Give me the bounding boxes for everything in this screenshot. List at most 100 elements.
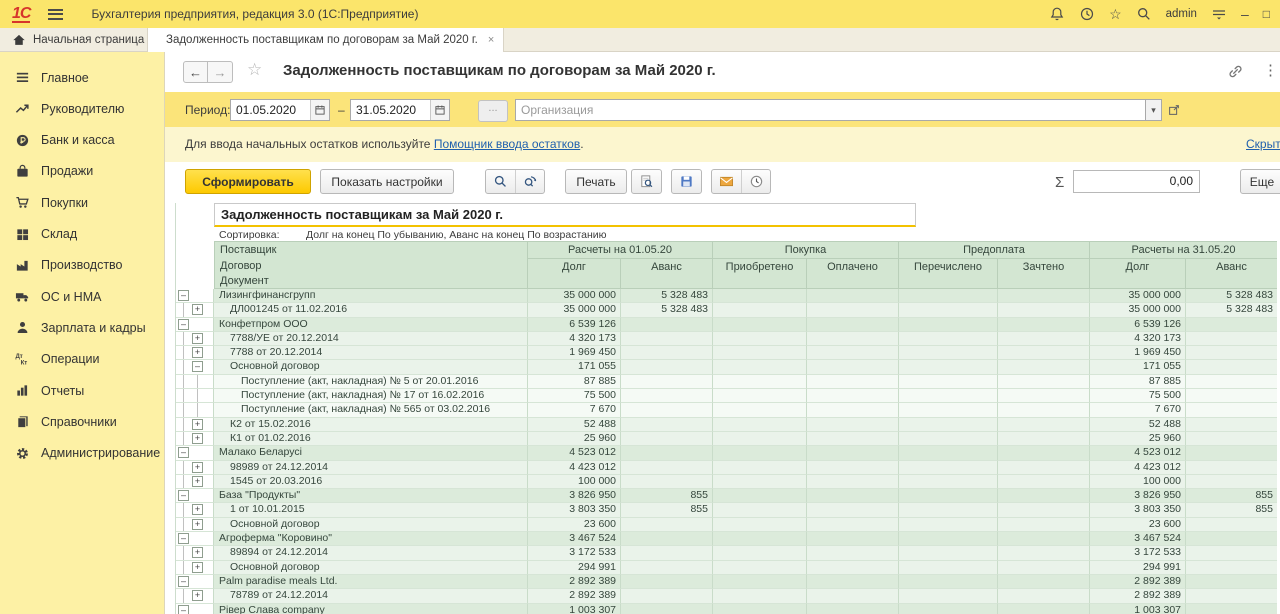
expander-icon[interactable]: –	[192, 361, 203, 372]
print-button[interactable]: Печать	[565, 169, 627, 194]
print-preview-icon[interactable]	[632, 170, 661, 193]
table-row[interactable]: +К2 от 15.02.201652 48852 488	[176, 418, 1277, 432]
period-options-button[interactable]: ...	[478, 100, 508, 122]
table-row[interactable]: +7788/УЕ от 20.12.20144 320 1734 320 173	[176, 332, 1277, 346]
main-menu-icon[interactable]	[48, 9, 63, 20]
table-row[interactable]: +78789 от 24.12.20142 892 3892 892 389	[176, 589, 1277, 603]
expander-icon[interactable]: –	[178, 290, 189, 301]
table-row[interactable]: +98989 от 24.12.20144 423 0124 423 012	[176, 461, 1277, 475]
sidebar-item-production[interactable]: Производство	[0, 250, 165, 281]
history-icon[interactable]	[1079, 6, 1095, 22]
column-header[interactable]: Оплачено	[807, 259, 899, 289]
table-row[interactable]: Поступление (акт, накладная) № 17 от 16.…	[176, 389, 1277, 403]
sidebar-item-sales[interactable]: Продажи	[0, 156, 165, 187]
more-button[interactable]: Еще	[1240, 169, 1280, 194]
expander-icon[interactable]: –	[178, 576, 189, 587]
sidebar-item-trend[interactable]: Руководителю	[0, 93, 165, 124]
sidebar-item-warehouse[interactable]: Склад	[0, 219, 165, 250]
column-header[interactable]: Зачтено	[998, 259, 1090, 289]
organization-dropdown-icon[interactable]: ▾	[1146, 99, 1162, 121]
expander-icon[interactable]: +	[192, 419, 203, 430]
save-icon[interactable]	[672, 170, 701, 193]
table-row[interactable]: –Конфетпром ООО6 539 1266 539 126	[176, 318, 1277, 332]
more-menu-icon[interactable]: ⋮	[1263, 61, 1278, 79]
maximize-icon[interactable]: □	[1263, 8, 1270, 20]
expander-icon[interactable]: +	[192, 519, 203, 530]
table-row[interactable]: –Рівер Слава company1 003 3071 003 307	[176, 604, 1277, 614]
table-row[interactable]: +1 от 10.01.20153 803 3508553 803 350855	[176, 503, 1277, 517]
forward-button[interactable]: →	[208, 61, 233, 83]
table-row[interactable]: +Основной договор294 991294 991	[176, 561, 1277, 575]
get-link-icon[interactable]	[1227, 63, 1244, 85]
expander-icon[interactable]: –	[178, 447, 189, 458]
expander-icon[interactable]: –	[178, 605, 189, 614]
table-row[interactable]: +7788 от 20.12.20141 969 4501 969 450	[176, 346, 1277, 360]
generate-button[interactable]: Сформировать	[185, 169, 311, 194]
expander-icon[interactable]: +	[192, 333, 203, 344]
organization-open-icon[interactable]	[1165, 101, 1183, 119]
tab-report[interactable]: Задолженность поставщикам по договорам з…	[148, 28, 504, 52]
expander-icon[interactable]: +	[192, 433, 203, 444]
table-row[interactable]: Поступление (акт, накладная) № 565 от 03…	[176, 403, 1277, 417]
column-header[interactable]: Аванс	[1186, 259, 1277, 289]
sum-field[interactable]: 0,00	[1073, 170, 1200, 193]
current-user[interactable]: admin	[1166, 8, 1197, 20]
expander-icon[interactable]: +	[192, 462, 203, 473]
expander-icon[interactable]: +	[192, 347, 203, 358]
expander-icon[interactable]: –	[178, 490, 189, 501]
bell-icon[interactable]	[1049, 6, 1065, 22]
sidebar-item-operations[interactable]: ДтКтОперации	[0, 344, 165, 375]
organization-field[interactable]: Организация	[515, 99, 1146, 121]
favorite-star-icon[interactable]: ☆	[247, 60, 262, 80]
table-row[interactable]: Поступление (акт, накладная) № 5 от 20.0…	[176, 375, 1277, 389]
table-row[interactable]: +Основной договор23 60023 600	[176, 518, 1277, 532]
table-row[interactable]: –Агроферма "Коровино"3 467 5243 467 524	[176, 532, 1277, 546]
expander-icon[interactable]: +	[192, 304, 203, 315]
sidebar-item-menu[interactable]: Главное	[0, 62, 165, 93]
sidebar-item-purchases[interactable]: Покупки	[0, 187, 165, 218]
hide-link[interactable]: Скрыть	[1246, 137, 1280, 151]
calendar-icon[interactable]	[430, 100, 449, 120]
expander-icon[interactable]: –	[178, 533, 189, 544]
sidebar-item-admin[interactable]: Администрирование	[0, 438, 165, 469]
expander-icon[interactable]: +	[192, 476, 203, 487]
search-icon[interactable]	[1136, 6, 1152, 22]
email-icon[interactable]	[712, 170, 741, 193]
date-to-field[interactable]: 31.05.2020	[350, 99, 450, 121]
calendar-icon[interactable]	[310, 100, 329, 120]
table-row[interactable]: +ДЛ001245 от 11.02.201635 000 0005 328 4…	[176, 303, 1277, 317]
schedule-icon[interactable]	[741, 170, 770, 193]
sidebar-item-bank[interactable]: Банк и касса	[0, 125, 165, 156]
expander-icon[interactable]: –	[178, 319, 189, 330]
find-icon[interactable]	[486, 170, 515, 193]
tab-home-page[interactable]: Начальная страница	[0, 28, 148, 52]
favorites-star-icon[interactable]: ☆	[1109, 7, 1122, 21]
table-row[interactable]: +1545 от 20.03.2016100 000100 000	[176, 475, 1277, 489]
assistant-link[interactable]: Помощник ввода остатков	[434, 137, 580, 151]
table-row[interactable]: +89894 от 24.12.20143 172 5333 172 533	[176, 546, 1277, 560]
table-row[interactable]: –Малако Беларусi4 523 0124 523 012	[176, 446, 1277, 460]
column-header[interactable]: Приобретено	[713, 259, 807, 289]
tab-close-icon[interactable]: ×	[488, 34, 494, 46]
column-header[interactable]: Долг	[528, 259, 621, 289]
expander-icon[interactable]: +	[192, 562, 203, 573]
table-row[interactable]: –Palm paradise meals Ltd.2 892 3892 892 …	[176, 575, 1277, 589]
expander-icon[interactable]: +	[192, 547, 203, 558]
table-row[interactable]: +К1 от 01.02.201625 96025 960	[176, 432, 1277, 446]
column-header[interactable]: Аванс	[621, 259, 713, 289]
back-button[interactable]: ←	[183, 61, 208, 83]
table-row[interactable]: –База "Продукты"3 826 9508553 826 950855	[176, 489, 1277, 503]
refresh-search-icon[interactable]	[515, 170, 544, 193]
sidebar-item-salary[interactable]: Зарплата и кадры	[0, 312, 165, 343]
column-header[interactable]: Перечислено	[899, 259, 998, 289]
user-menu-icon[interactable]	[1211, 6, 1227, 22]
date-from-field[interactable]: 01.05.2020	[230, 99, 330, 121]
column-header[interactable]: Долг	[1090, 259, 1186, 289]
sidebar-item-directories[interactable]: Справочники	[0, 406, 165, 437]
table-row[interactable]: –Основной договор171 055171 055	[176, 360, 1277, 374]
minimize-icon[interactable]: –	[1241, 7, 1249, 21]
show-settings-button[interactable]: Показать настройки	[320, 169, 454, 194]
sidebar-item-reports[interactable]: Отчеты	[0, 375, 165, 406]
table-row[interactable]: –Лизингфинансгрупп35 000 0005 328 48335 …	[176, 289, 1277, 303]
sidebar-item-assets[interactable]: ОС и НМА	[0, 281, 165, 312]
